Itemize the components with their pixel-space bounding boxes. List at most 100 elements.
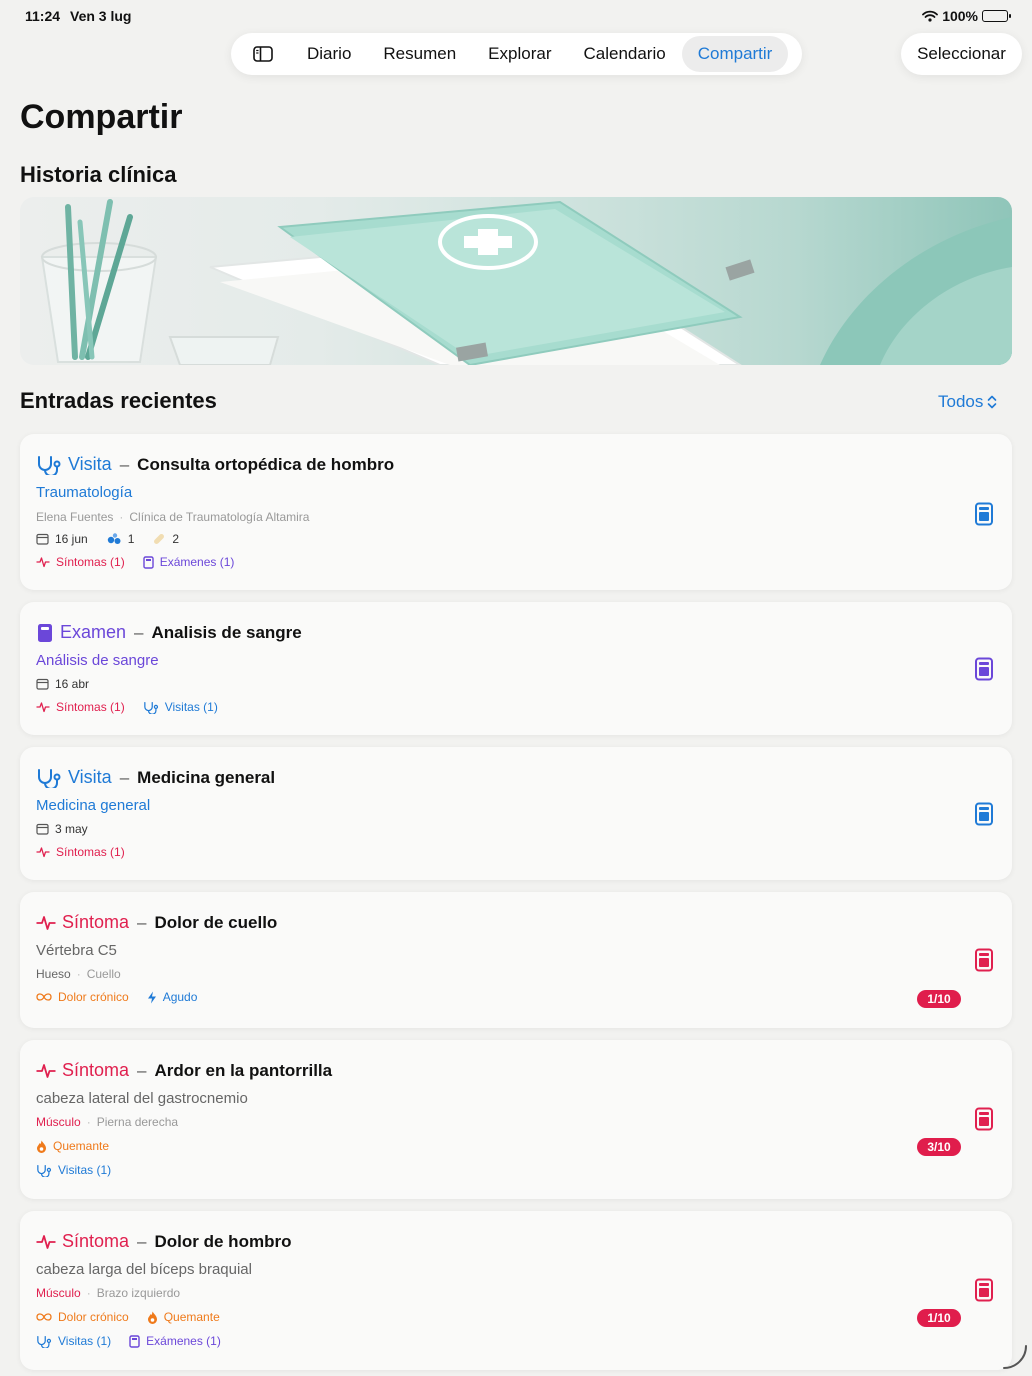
chronic-tag: Dolor crónico — [36, 990, 129, 1004]
entry-kind: Visita — [68, 454, 112, 474]
entry-kind: Visita — [68, 767, 112, 787]
infinity-icon — [36, 1312, 52, 1322]
entry-title: Medicina general — [137, 767, 276, 787]
tab-calendario[interactable]: Calendario — [567, 36, 681, 72]
heartbeat-icon — [36, 1233, 56, 1251]
entry-card[interactable]: Visita – Medicina general Medicina gener… — [20, 747, 1012, 880]
entry-meta: Músculo · Pierna derecha — [36, 1115, 179, 1129]
tab-bar: Diario Resumen Explorar Calendario Compa… — [231, 33, 802, 75]
entry-date: 16 jun — [55, 532, 88, 546]
medical-record-banner[interactable] — [20, 197, 1012, 365]
heartbeat-icon — [36, 914, 56, 932]
symptoms-link[interactable]: Síntomas (1) — [36, 555, 125, 569]
acute-tag: Agudo — [147, 990, 197, 1004]
calendar-icon — [36, 678, 49, 690]
stethoscope-icon — [36, 455, 62, 475]
flame-icon — [36, 1140, 47, 1153]
scroll-corner-indicator — [1002, 1344, 1028, 1370]
chevron-up-down-icon — [987, 395, 997, 409]
exams-link[interactable]: Exámenes (1) — [143, 555, 234, 569]
meds-count: 1 — [127, 532, 135, 546]
visits-link[interactable]: Visitas (1) — [143, 700, 218, 714]
tab-diario[interactable]: Diario — [291, 36, 367, 72]
entry-card[interactable]: Síntoma – Dolor de cuello Vértebra C5 Hu… — [20, 892, 1012, 1028]
wifi-icon — [922, 10, 939, 22]
flame-icon — [147, 1311, 158, 1324]
entry-details: 16 jun 1 2 — [36, 532, 191, 546]
share-document-icon[interactable] — [974, 948, 994, 972]
status-bar: 11:24 Ven 3 lug 100% — [0, 0, 1032, 32]
symptoms-link[interactable]: Síntomas (1) — [36, 700, 125, 714]
section-title: Historia clínica — [20, 162, 177, 187]
entry-date: 16 abr — [55, 677, 90, 691]
tab-explorar[interactable]: Explorar — [472, 36, 567, 72]
sidebar-toggle-icon[interactable] — [239, 36, 287, 72]
stethoscope-icon — [143, 701, 159, 714]
visits-link[interactable]: Visitas (1) — [36, 1163, 111, 1177]
stethoscope-icon — [36, 768, 62, 788]
entry-kind: Examen — [60, 622, 127, 642]
entry-subtitle: Medicina general — [36, 797, 151, 814]
entry-meta: Elena Fuentes · Clínica de Traumatología A… — [36, 510, 310, 524]
entry-title: Ardor en la pantorrilla — [154, 1060, 333, 1080]
heartbeat-icon — [36, 1062, 56, 1080]
status-date: Ven 3 lug — [70, 8, 132, 24]
entry-subtitle: cabeza larga del bíceps braquial — [36, 1261, 252, 1278]
chronic-tag: Dolor crónico — [36, 1310, 129, 1324]
tissue-type: Músculo — [36, 1115, 81, 1129]
exams-link[interactable]: Exámenes (1) — [129, 1334, 221, 1348]
tab-resumen[interactable]: Resumen — [367, 36, 472, 72]
tissue-type: Músculo — [36, 1286, 81, 1300]
share-document-icon[interactable] — [974, 502, 994, 526]
infinity-icon — [36, 992, 52, 1002]
select-button[interactable]: Seleccionar — [901, 33, 1022, 75]
entry-card[interactable]: Síntoma – Ardor en la pantorrilla cabeza… — [20, 1040, 1012, 1199]
entry-title: Analisis de sangre — [151, 622, 302, 642]
bandage-icon — [152, 532, 166, 546]
recent-entries-title: Entradas recientes — [20, 388, 217, 413]
document-icon — [36, 623, 54, 643]
body-location: Brazo izquierdo — [96, 1286, 181, 1300]
share-document-icon[interactable] — [974, 1278, 994, 1302]
burning-tag: Quemante — [36, 1139, 109, 1153]
visits-link[interactable]: Visitas (1) — [36, 1334, 111, 1348]
bolt-icon — [147, 991, 157, 1004]
heartbeat-icon — [36, 556, 50, 568]
entry-subtitle: Vértebra C5 — [36, 942, 117, 959]
entry-title: Dolor de cuello — [154, 912, 278, 932]
severity-badge: 1/10 — [917, 1309, 961, 1327]
symptoms-link[interactable]: Síntomas (1) — [36, 845, 125, 859]
entry-title: Consulta ortopédica de hombro — [137, 454, 395, 474]
stethoscope-icon — [36, 1335, 52, 1348]
tissue-type: Hueso — [36, 967, 71, 981]
burning-tag: Quemante — [147, 1310, 220, 1324]
entry-subtitle: Análisis de sangre — [36, 652, 159, 669]
heartbeat-icon — [36, 701, 50, 713]
entry-subtitle: Traumatología — [36, 484, 133, 501]
entry-date: 3 may — [55, 822, 88, 836]
status-time: 11:24 — [25, 8, 61, 24]
entry-card[interactable]: Visita – Consulta ortopédica de hombro T… — [20, 434, 1012, 590]
entry-title: Dolor de hombro — [154, 1231, 292, 1251]
page-title: Compartir — [20, 98, 183, 136]
share-document-icon[interactable] — [974, 657, 994, 681]
stethoscope-icon — [36, 1164, 52, 1177]
body-location: Cuello — [86, 967, 121, 981]
calendar-icon — [36, 823, 49, 835]
entry-card[interactable]: Síntoma – Dolor de hombro cabeza larga d… — [20, 1211, 1012, 1370]
pills-icon — [106, 533, 122, 545]
entry-subtitle: cabeza lateral del gastrocnemio — [36, 1090, 248, 1107]
tab-compartir[interactable]: Compartir — [681, 36, 789, 72]
entry-card[interactable]: Examen – Analisis de sangre Análisis de … — [20, 602, 1012, 735]
heartbeat-icon — [36, 846, 50, 858]
bandage-count: 2 — [172, 532, 180, 546]
severity-badge: 1/10 — [917, 990, 961, 1008]
doctor-name: Elena Fuentes — [36, 510, 114, 524]
share-document-icon[interactable] — [974, 802, 994, 826]
filter-dropdown[interactable]: Todos — [938, 392, 997, 412]
share-document-icon[interactable] — [974, 1107, 994, 1131]
severity-badge: 3/10 — [917, 1138, 961, 1156]
battery-percent: 100% — [942, 8, 978, 24]
filter-label: Todos — [938, 392, 984, 411]
entry-kind: Síntoma — [62, 912, 130, 932]
